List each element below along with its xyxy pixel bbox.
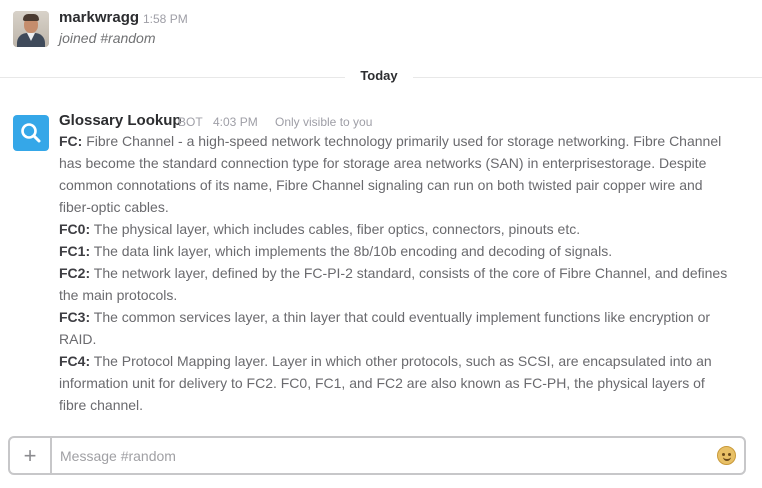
day-divider-label[interactable]: Today (345, 68, 413, 83)
add-attachment-button[interactable]: + (10, 438, 52, 473)
day-divider: Today (0, 66, 762, 88)
message-composer: + (8, 436, 746, 475)
plus-icon: + (23, 442, 37, 468)
glossary-term: FC2: (59, 265, 91, 281)
bot-avatar[interactable] (13, 115, 49, 151)
user-avatar[interactable] (13, 11, 49, 47)
search-icon (21, 123, 41, 143)
glossary-entry: FC0: The physical layer, which includes … (59, 218, 735, 240)
glossary-term: FC: (59, 133, 83, 149)
visibility-note: Only visible to you (275, 115, 373, 129)
glossary-body: FC: Fibre Channel - a high-speed network… (59, 130, 735, 416)
glossary-definition: The physical layer, which includes cable… (90, 221, 581, 237)
glossary-term: FC0: (59, 221, 91, 237)
glossary-definition: The common services layer, a thin layer … (59, 309, 711, 347)
bot-timestamp[interactable]: 4:03 PM (213, 115, 258, 129)
message-text: joined #random (59, 30, 156, 46)
glossary-entry: FC1: The data link layer, which implemen… (59, 240, 735, 262)
message-author[interactable]: markwragg (59, 9, 139, 26)
emoji-icon (723, 457, 731, 461)
glossary-definition: The data link layer, which implements th… (90, 243, 613, 259)
emoji-button[interactable] (717, 446, 736, 465)
emoji-icon-eye (728, 453, 731, 456)
glossary-term: FC4: (59, 353, 91, 369)
bot-author[interactable]: Glossary Lookup (59, 112, 182, 129)
emoji-icon-eye (722, 453, 725, 456)
glossary-definition: The network layer, defined by the FC-PI-… (59, 265, 728, 303)
glossary-definition: The Protocol Mapping layer. Layer in whi… (59, 353, 712, 413)
glossary-term: FC1: (59, 243, 91, 259)
bot-badge: BOT (178, 115, 203, 129)
message-input[interactable] (60, 446, 700, 466)
glossary-entry: FC: Fibre Channel - a high-speed network… (59, 130, 735, 218)
glossary-definition: Fibre Channel - a high-speed network tec… (59, 133, 722, 215)
glossary-entry: FC4: The Protocol Mapping layer. Layer i… (59, 350, 735, 416)
glossary-entry: FC3: The common services layer, a thin l… (59, 306, 735, 350)
glossary-term: FC3: (59, 309, 91, 325)
glossary-entry: FC2: The network layer, defined by the F… (59, 262, 735, 306)
message-timestamp[interactable]: 1:58 PM (143, 12, 188, 26)
